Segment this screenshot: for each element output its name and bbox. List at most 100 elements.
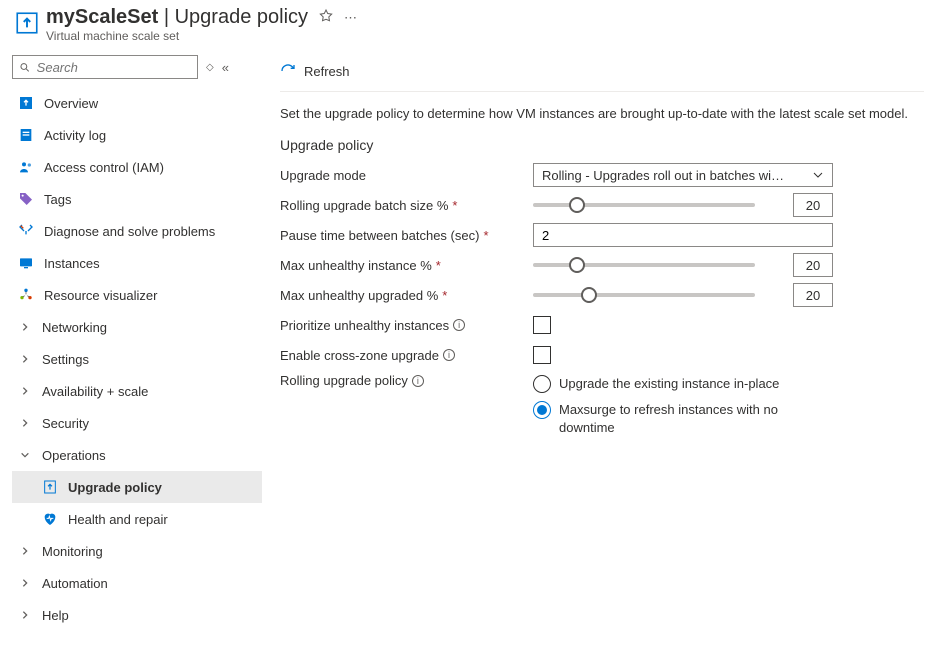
refresh-label: Refresh <box>304 64 350 79</box>
sidebar-item-label: Automation <box>42 576 108 591</box>
sidebar-item-operations[interactable]: Operations <box>12 439 262 471</box>
slider-thumb[interactable] <box>569 197 585 213</box>
sidebar-item-label: Settings <box>42 352 89 367</box>
search-input[interactable] <box>37 60 191 75</box>
info-icon[interactable]: i <box>412 375 424 387</box>
sidebar-item-activity-log[interactable]: Activity log <box>12 119 262 151</box>
chevron-down-icon <box>812 169 824 181</box>
radio-icon <box>533 401 551 419</box>
refresh-button[interactable]: Refresh <box>280 63 350 79</box>
label-upgrade-mode: Upgrade mode <box>280 168 533 183</box>
radio-label: Maxsurge to refresh instances with no do… <box>559 401 819 436</box>
slider-thumb[interactable] <box>569 257 585 273</box>
sidebar-item-upgrade-policy[interactable]: Upgrade policy <box>12 471 262 503</box>
pin-icon[interactable]: ◇ <box>206 62 214 73</box>
sidebar-item-access-control[interactable]: Access control (IAM) <box>12 151 262 183</box>
chevron-right-icon <box>18 578 32 588</box>
sidebar-item-health-repair[interactable]: Health and repair <box>12 503 262 535</box>
sidebar-item-diagnose[interactable]: Diagnose and solve problems <box>12 215 262 247</box>
collapse-sidebar-icon[interactable]: « <box>222 60 229 75</box>
search-icon <box>19 61 31 74</box>
sidebar-item-availability[interactable]: Availability + scale <box>12 375 262 407</box>
info-icon[interactable]: i <box>453 319 465 331</box>
health-icon <box>42 511 58 527</box>
batch-size-value[interactable]: 20 <box>793 193 833 217</box>
prioritize-checkbox[interactable] <box>533 316 551 334</box>
label-pause-time: Pause time between batches (sec) * <box>280 228 533 243</box>
label-rolling-policy: Rolling upgrade policy i <box>280 373 533 388</box>
radio-upgrade-inplace[interactable]: Upgrade the existing instance in-place <box>533 375 819 393</box>
max-unhealthy-slider[interactable] <box>533 253 755 277</box>
sidebar-item-label: Diagnose and solve problems <box>44 224 215 239</box>
sidebar-item-label: Instances <box>44 256 100 271</box>
radio-icon <box>533 375 551 393</box>
chevron-down-icon <box>18 450 32 460</box>
sidebar-item-label: Tags <box>44 192 71 207</box>
batch-size-slider[interactable] <box>533 193 755 217</box>
cross-zone-checkbox[interactable] <box>533 346 551 364</box>
label-cross-zone: Enable cross-zone upgrade i <box>280 348 533 363</box>
sidebar-item-security[interactable]: Security <box>12 407 262 439</box>
sidebar-item-tags[interactable]: Tags <box>12 183 262 215</box>
toolbar-separator <box>280 91 924 92</box>
label-prioritize: Prioritize unhealthy instances i <box>280 318 533 333</box>
section-title: Upgrade policy <box>280 137 924 153</box>
sidebar-item-label: Access control (IAM) <box>44 160 164 175</box>
access-control-icon <box>18 159 34 175</box>
sidebar-item-overview[interactable]: Overview <box>12 87 262 119</box>
resource-type-label: Virtual machine scale set <box>46 29 928 43</box>
tags-icon <box>18 191 34 207</box>
sidebar-search[interactable] <box>12 55 198 79</box>
sidebar-item-monitoring[interactable]: Monitoring <box>12 535 262 567</box>
info-icon[interactable]: i <box>443 349 455 361</box>
label-batch-size: Rolling upgrade batch size % * <box>280 198 533 213</box>
sidebar-item-instances[interactable]: Instances <box>12 247 262 279</box>
visualizer-icon <box>18 287 34 303</box>
radio-label: Upgrade the existing instance in-place <box>559 375 779 393</box>
intro-text: Set the upgrade policy to determine how … <box>280 106 924 121</box>
sidebar-item-automation[interactable]: Automation <box>12 567 262 599</box>
sidebar-item-label: Security <box>42 416 89 431</box>
favorite-icon[interactable] <box>318 8 334 27</box>
sidebar-item-label: Availability + scale <box>42 384 148 399</box>
chevron-right-icon <box>18 322 32 332</box>
sidebar-item-label: Activity log <box>44 128 106 143</box>
resource-icon <box>14 10 40 36</box>
refresh-icon <box>280 63 296 79</box>
upgrade-mode-dropdown[interactable]: Rolling - Upgrades roll out in batches w… <box>533 163 833 187</box>
dropdown-value: Rolling - Upgrades roll out in batches w… <box>542 168 784 183</box>
chevron-right-icon <box>18 610 32 620</box>
chevron-right-icon <box>18 546 32 556</box>
overview-icon <box>18 95 34 111</box>
max-unhealthy-upgraded-value[interactable]: 20 <box>793 283 833 307</box>
sidebar-item-label: Overview <box>44 96 98 111</box>
chevron-right-icon <box>18 386 32 396</box>
sidebar-item-label: Monitoring <box>42 544 103 559</box>
sidebar-item-label: Health and repair <box>68 512 168 527</box>
sidebar-item-label: Networking <box>42 320 107 335</box>
radio-maxsurge[interactable]: Maxsurge to refresh instances with no do… <box>533 401 819 436</box>
upgrade-policy-icon <box>42 479 58 495</box>
sidebar-item-settings[interactable]: Settings <box>12 343 262 375</box>
chevron-right-icon <box>18 418 32 428</box>
diagnose-icon <box>18 223 34 239</box>
sidebar-item-networking[interactable]: Networking <box>12 311 262 343</box>
sidebar-item-label: Upgrade policy <box>68 480 162 495</box>
pause-time-input[interactable] <box>533 223 833 247</box>
activity-log-icon <box>18 127 34 143</box>
sidebar-item-label: Resource visualizer <box>44 288 157 303</box>
sidebar-item-label: Operations <box>42 448 106 463</box>
sidebar-item-resource-visualizer[interactable]: Resource visualizer <box>12 279 262 311</box>
label-max-unhealthy: Max unhealthy instance % * <box>280 258 533 273</box>
label-max-unhealthy-upgraded: Max unhealthy upgraded % * <box>280 288 533 303</box>
more-icon[interactable]: ⋯ <box>344 10 357 26</box>
sidebar-item-label: Help <box>42 608 69 623</box>
max-unhealthy-upgraded-slider[interactable] <box>533 283 755 307</box>
page-title: myScaleSet | Upgrade policy <box>46 6 308 29</box>
sidebar: ◇ « Overview Activity log Access control… <box>0 49 262 631</box>
instances-icon <box>18 255 34 271</box>
slider-thumb[interactable] <box>581 287 597 303</box>
sidebar-item-help[interactable]: Help <box>12 599 262 631</box>
max-unhealthy-value[interactable]: 20 <box>793 253 833 277</box>
chevron-right-icon <box>18 354 32 364</box>
